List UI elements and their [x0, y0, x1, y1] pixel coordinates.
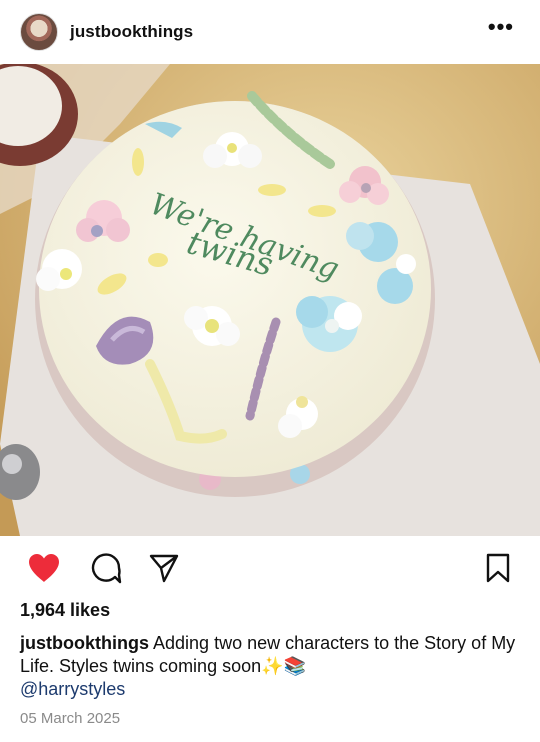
send-icon: [149, 554, 179, 583]
mention-link[interactable]: @harrystyles: [20, 678, 520, 701]
post-header: justbookthings •••: [0, 0, 540, 64]
post-username[interactable]: justbookthings: [70, 22, 193, 42]
post-caption: justbookthings Adding two new characters…: [20, 632, 520, 701]
more-options-button[interactable]: •••: [488, 16, 514, 38]
caption-username[interactable]: justbookthings: [20, 633, 149, 653]
bookmark-icon: [486, 553, 510, 583]
comment-button[interactable]: [88, 550, 124, 586]
profile-avatar[interactable]: [20, 13, 58, 51]
cake-image: We're having twins: [0, 64, 540, 536]
like-button[interactable]: [26, 550, 62, 586]
post-date: 05 March 2025: [20, 710, 121, 727]
like-count[interactable]: 1,964 likes: [20, 600, 110, 621]
share-button[interactable]: [146, 550, 182, 586]
heart-icon: [29, 554, 59, 582]
comment-icon: [91, 553, 122, 584]
save-button[interactable]: [480, 550, 516, 586]
post-actions: [0, 546, 540, 590]
post-photo[interactable]: We're having twins: [0, 64, 540, 536]
